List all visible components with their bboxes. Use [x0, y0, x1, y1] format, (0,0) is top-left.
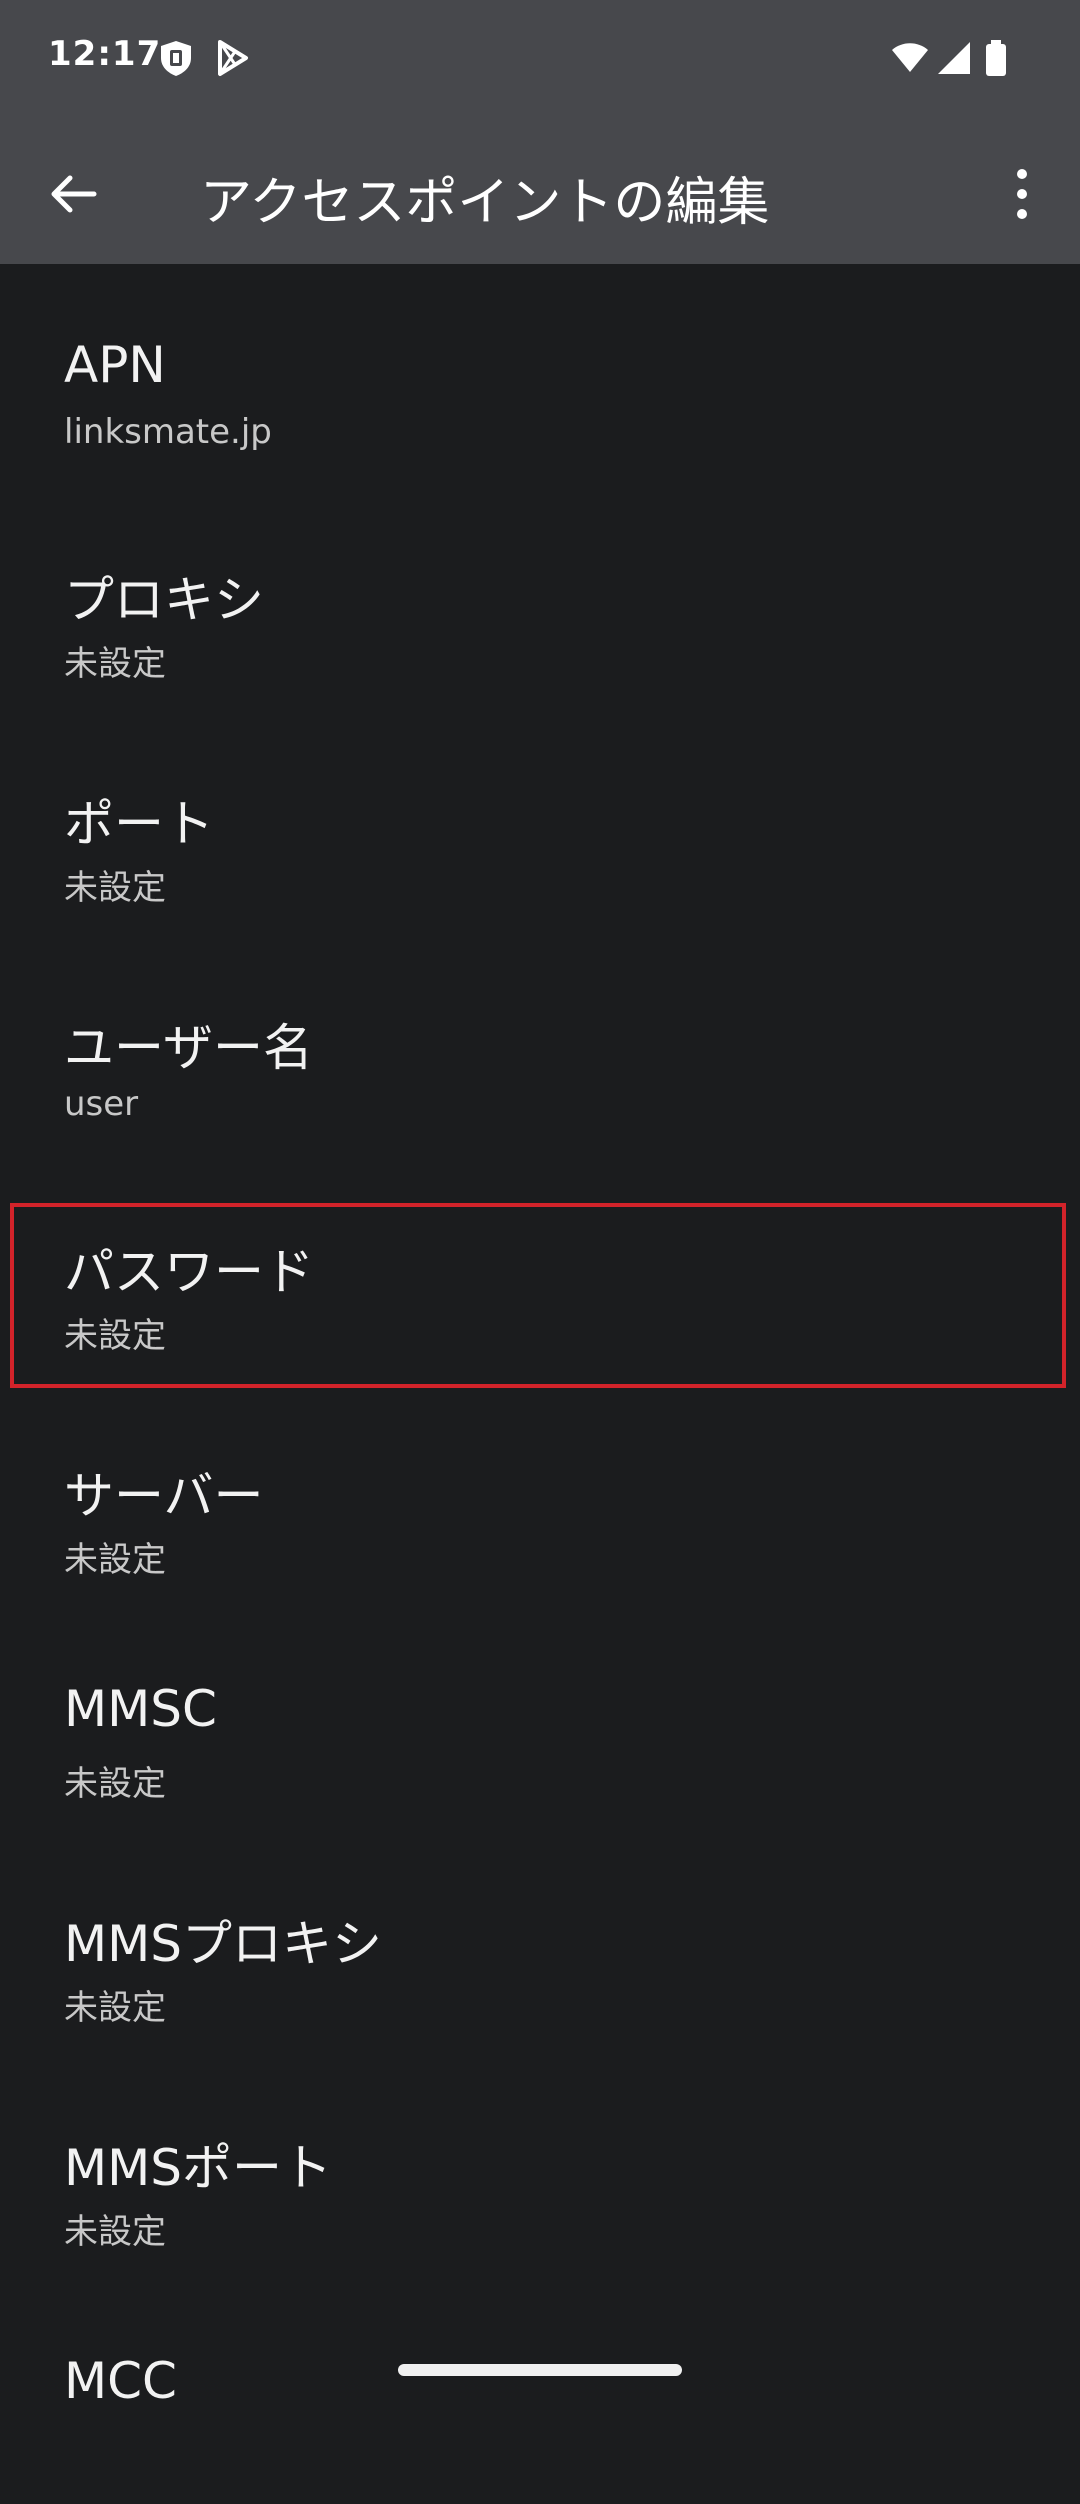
status-bar: 12:17	[0, 0, 1080, 118]
wifi-icon	[892, 43, 928, 72]
setting-title: ポート	[64, 795, 214, 853]
setting-password[interactable]: パスワード 未設定	[0, 1160, 1080, 1384]
setting-title: プロキシ	[64, 571, 264, 629]
setting-summary: 未設定	[64, 1316, 166, 1356]
setting-title: MCC	[64, 2352, 177, 2410]
setting-title: MMSポート	[64, 2139, 333, 2197]
setting-title: APN	[64, 336, 166, 394]
setting-server[interactable]: サーバー 未設定	[0, 1384, 1080, 1608]
app-bar: アクセスポイントの編集	[0, 118, 1080, 264]
page-title: アクセスポイントの編集	[200, 173, 770, 233]
setting-summary: 未設定	[64, 644, 166, 684]
setting-mms-port[interactable]: MMSポート 未設定	[0, 2056, 1080, 2280]
setting-summary: linksmate.jp	[64, 412, 272, 452]
status-time: 12:17	[48, 34, 162, 74]
setting-username[interactable]: ユーザー名 user	[0, 936, 1080, 1160]
setting-title: サーバー	[64, 1467, 264, 1525]
setting-port[interactable]: ポート 未設定	[0, 712, 1080, 936]
setting-mms-proxy[interactable]: MMSプロキシ 未設定	[0, 1832, 1080, 2056]
setting-summary: 未設定	[64, 1764, 166, 1804]
setting-mcc[interactable]: MCC	[0, 2280, 1080, 2504]
setting-proxy[interactable]: プロキシ 未設定	[0, 488, 1080, 712]
setting-title: パスワード	[64, 1243, 314, 1301]
setting-apn[interactable]: APN linksmate.jp	[0, 264, 1080, 488]
setting-summary: 未設定	[64, 868, 166, 908]
setting-summary: 未設定	[64, 1540, 166, 1580]
cell-signal-icon	[938, 42, 970, 74]
setting-summary: user	[64, 1084, 139, 1124]
more-vert-icon[interactable]	[986, 158, 1058, 230]
play-store-icon	[218, 40, 248, 76]
gesture-nav-handle[interactable]	[398, 2364, 682, 2376]
setting-title: MMSプロキシ	[64, 1915, 383, 1973]
battery-icon	[986, 40, 1006, 76]
setting-summary: 未設定	[64, 2212, 166, 2252]
setting-summary: 未設定	[64, 1988, 166, 2028]
setting-title: ユーザー名	[64, 1019, 313, 1077]
arrow-back-icon[interactable]	[36, 158, 108, 230]
shield-notification-icon	[161, 41, 191, 76]
apn-settings-list: APN linksmate.jp プロキシ 未設定 ポート 未設定 ユーザー名 …	[0, 264, 1080, 2504]
setting-title: MMSC	[64, 1680, 217, 1738]
setting-mmsc[interactable]: MMSC 未設定	[0, 1608, 1080, 1832]
